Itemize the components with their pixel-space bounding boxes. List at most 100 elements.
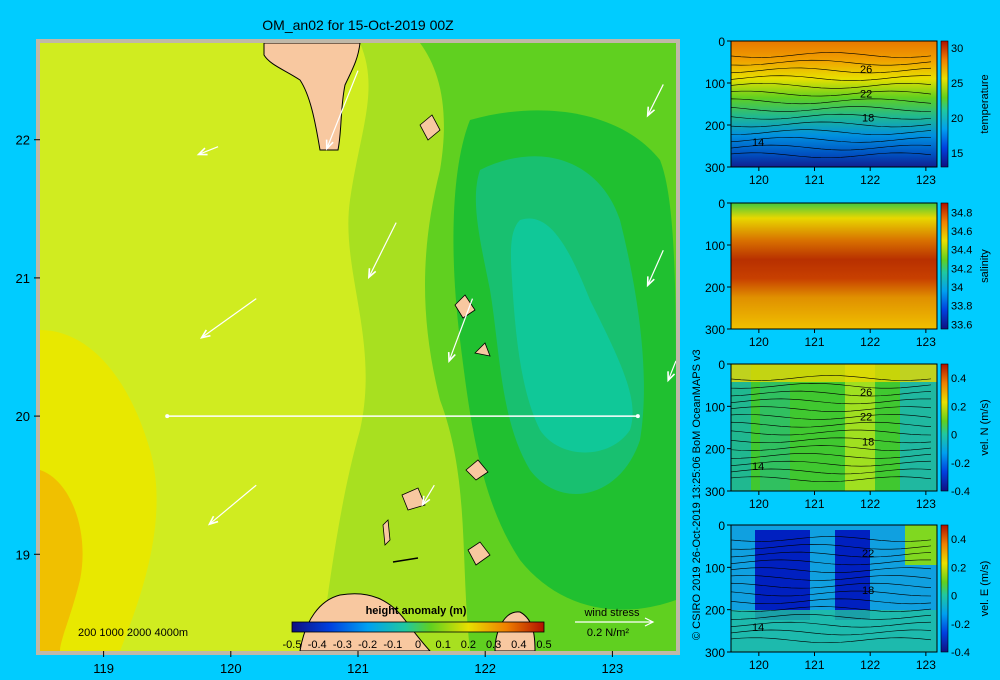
section-y-tick-label: 300 <box>705 485 725 499</box>
section-x-tick-label: 122 <box>860 335 880 349</box>
section-y-tick-label: 300 <box>705 161 725 175</box>
colorbar-tick-label: -0.1 <box>383 639 402 651</box>
contour-label: 14 <box>752 461 764 473</box>
section-cbar-tick-label: 34.8 <box>951 207 972 219</box>
section-cbar-tick-label: 15 <box>951 148 963 160</box>
depth-legend: 200 1000 2000 4000m <box>78 627 188 639</box>
contour-label: 26 <box>860 64 872 76</box>
section-cbar-label: vel. E (m/s) <box>979 561 991 617</box>
temperature-section: 26 22 18 14 <box>730 40 949 168</box>
contour-label: 22 <box>860 88 872 100</box>
contour-label: 14 <box>752 137 764 149</box>
section-x-tick-label: 120 <box>749 335 769 349</box>
contour-label: 22 <box>860 412 872 424</box>
colorbar-ramp <box>291 621 545 633</box>
section-cbar-tick-label: 0.2 <box>951 562 966 574</box>
section-cbar-tick-label: 33.8 <box>951 301 972 313</box>
ve-band-2 <box>835 530 870 620</box>
section-y-tick-label: 300 <box>705 323 725 337</box>
salinity-section <box>730 202 949 330</box>
section-y-tick-label: 100 <box>705 77 725 91</box>
section-y-tick-label: 200 <box>705 119 725 133</box>
section-endpoint <box>165 414 170 419</box>
section-cbar-label: salinity <box>979 249 991 283</box>
section-x-tick-label: 121 <box>804 173 824 187</box>
section-cbar-label: temperature <box>979 74 991 133</box>
section-y-tick-label: 300 <box>705 646 725 660</box>
section-cbar-label: vel. N (m/s) <box>979 399 991 455</box>
map-y-tick-label: 21 <box>16 271 30 286</box>
section-cbar-tick-label: 34.4 <box>951 245 972 257</box>
contour-label: 18 <box>862 436 874 448</box>
section-cbar-tick-label: 0.4 <box>951 534 966 546</box>
section-cbar-tick-label: 0.4 <box>951 373 966 385</box>
contour-label: 14 <box>752 622 764 634</box>
contour-label: 18 <box>862 585 874 597</box>
section-y-tick-label: 0 <box>718 519 725 533</box>
section-cbar-tick-label: 33.6 <box>951 319 972 331</box>
contour-label: 18 <box>862 113 874 125</box>
section-x-tick-label: 120 <box>749 497 769 511</box>
section-x-tick-label: 122 <box>860 173 880 187</box>
ve-east-edge <box>905 525 937 565</box>
map-y-tick-label: 20 <box>16 409 30 424</box>
section-cbar-tick-label: 0.2 <box>951 401 966 413</box>
section-x-tick-label: 123 <box>916 173 936 187</box>
section-cbar-tick-label: 34 <box>951 282 963 294</box>
map-x-tick-label: 119 <box>93 661 114 676</box>
salinity-colorbar <box>940 202 949 330</box>
contour-label: 26 <box>860 387 872 399</box>
section-endpoint <box>635 414 640 419</box>
section-y-tick-label: 100 <box>705 239 725 253</box>
map-x-tick-label: 120 <box>220 661 242 676</box>
velocity-east-section: 22 18 14 <box>730 524 949 653</box>
section-cbar-tick-label: 30 <box>951 43 963 55</box>
section-x-tick-label: 121 <box>804 658 824 672</box>
section-y-tick-label: 100 <box>705 561 725 575</box>
section-y-tick-label: 0 <box>718 35 725 49</box>
colorbar-tick-label: 0.2 <box>461 639 476 651</box>
map-x-tick-label: 121 <box>347 661 369 676</box>
section-x-tick-label: 120 <box>749 658 769 672</box>
section-cbar-tick-label: 34.2 <box>951 263 972 275</box>
colorbar-tick-label: -0.4 <box>308 639 327 651</box>
section-y-tick-label: 200 <box>705 281 725 295</box>
credit-text: © CSIRO 2019 26-Oct-2019 13:25:06 BoM Oc… <box>691 349 703 640</box>
map-y-tick-label: 22 <box>16 133 30 148</box>
section-y-tick-label: 100 <box>705 400 725 414</box>
section-cbar-tick-label: -0.2 <box>951 619 970 631</box>
section-x-tick-label: 122 <box>860 658 880 672</box>
section-x-tick-label: 120 <box>749 173 769 187</box>
velocity-east-colorbar <box>940 524 949 653</box>
section-x-tick-label: 123 <box>916 497 936 511</box>
colorbar-tick-label: -0.3 <box>333 639 352 651</box>
vn-band-3 <box>845 364 875 491</box>
ve-band-1 <box>755 530 810 620</box>
velocity-north-section: 26 22 18 14 <box>730 363 949 492</box>
section-cbar-tick-label: 0 <box>951 430 957 442</box>
section-cbar-tick-label: -0.2 <box>951 458 970 470</box>
section-cbar-tick-label: 0 <box>951 591 957 603</box>
colorbar-tick-label: 0.3 <box>486 639 501 651</box>
section-y-tick-label: 200 <box>705 443 725 457</box>
colorbar-tick-label: -0.2 <box>358 639 377 651</box>
vn-band-2 <box>760 364 790 491</box>
section-x-tick-label: 123 <box>916 658 936 672</box>
section-x-tick-label: 121 <box>804 497 824 511</box>
section-x-tick-label: 122 <box>860 497 880 511</box>
section-y-tick-label: 0 <box>718 197 725 211</box>
map-y-tick-label: 19 <box>16 547 30 562</box>
colorbar-tick-label: 0 <box>415 639 421 651</box>
section-cbar-tick-label: -0.4 <box>951 647 970 659</box>
temperature-colorbar <box>940 40 949 168</box>
velocity-north-colorbar <box>940 363 949 492</box>
map-title: OM_an02 for 15-Oct-2019 00Z <box>262 17 454 33</box>
section-x-tick-label: 123 <box>916 335 936 349</box>
section-x-tick-label: 121 <box>804 335 824 349</box>
colorbar-tick-label: 0.5 <box>536 639 551 651</box>
colorbar-label: height anomaly (m) <box>366 605 467 617</box>
wind-legend-title: wind stress <box>583 607 640 619</box>
colorbar-tick-label: 0.4 <box>511 639 526 651</box>
contour-label: 22 <box>862 548 874 560</box>
section-cbar-tick-label: 25 <box>951 78 963 90</box>
